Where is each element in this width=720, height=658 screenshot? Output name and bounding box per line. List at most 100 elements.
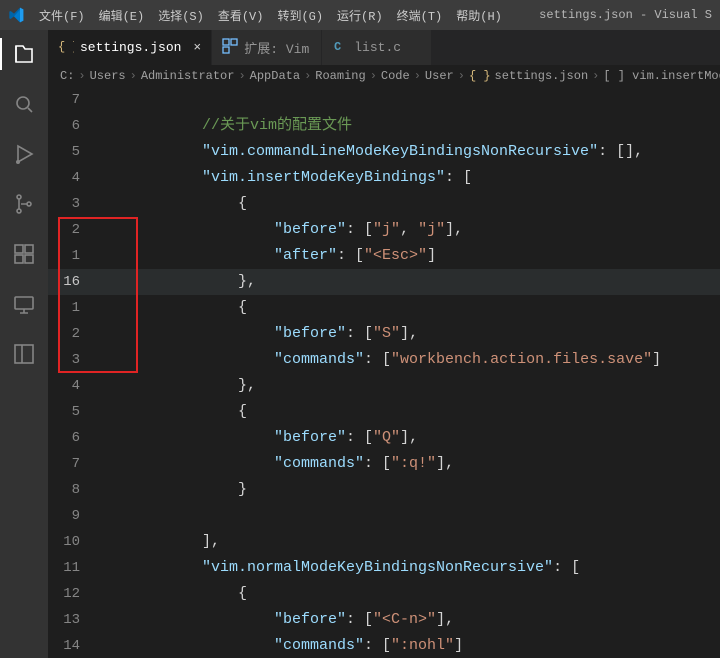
menu-item[interactable]: 选择(S): [151, 3, 211, 28]
breadcrumb[interactable]: C:›Users›Administrator›AppData›Roaming›C…: [48, 65, 720, 87]
chevron-right-icon: ›: [304, 69, 311, 83]
breadcrumb-item[interactable]: Code: [381, 69, 410, 83]
code-line[interactable]: 2 "before": ["S"],: [48, 321, 720, 347]
breadcrumb-item[interactable]: Administrator: [141, 69, 235, 83]
code-line[interactable]: 6 "before": ["Q"],: [48, 425, 720, 451]
breadcrumb-item[interactable]: Roaming: [315, 69, 365, 83]
vscode-logo-icon: [8, 7, 24, 23]
menu-item[interactable]: 文件(F): [32, 3, 92, 28]
code-line[interactable]: 8 }: [48, 477, 720, 503]
breadcrumb-item[interactable]: AppData: [250, 69, 300, 83]
chevron-right-icon: ›: [592, 69, 599, 83]
code-line[interactable]: 3 {: [48, 191, 720, 217]
line-number: 2: [48, 217, 98, 243]
line-number: 8: [48, 477, 98, 503]
code-line[interactable]: 14 "commands": [":nohl"]: [48, 633, 720, 658]
code-text: ],: [112, 529, 220, 555]
activity-layout-icon[interactable]: [0, 338, 48, 370]
breadcrumb-item[interactable]: C:: [60, 69, 74, 83]
breadcrumb-label: settings.json: [495, 69, 589, 83]
tab[interactable]: { }settings.json×: [48, 30, 212, 65]
line-number: 9: [48, 503, 98, 529]
tab-label: 扩展: Vim: [244, 38, 309, 57]
code-text: "commands": [":nohl"]: [112, 633, 463, 658]
code-text: "vim.normalModeKeyBindingsNonRecursive":…: [112, 555, 580, 581]
close-icon[interactable]: ×: [193, 40, 201, 55]
code-line[interactable]: 16 },: [48, 269, 720, 295]
code-line[interactable]: 4"vim.insertModeKeyBindings": [: [48, 165, 720, 191]
code-text: },: [112, 373, 256, 399]
line-number: 5: [48, 139, 98, 165]
activity-remote-icon[interactable]: [0, 288, 48, 320]
menu-item[interactable]: 终端(T): [390, 3, 450, 28]
code-text: }: [112, 477, 247, 503]
code-line[interactable]: 7: [48, 87, 720, 113]
editor-group: { }settings.json×扩展: VimClist.c C:›Users…: [48, 30, 720, 658]
breadcrumb-label: Users: [90, 69, 126, 83]
breadcrumb-label: Code: [381, 69, 410, 83]
line-number: 1: [48, 295, 98, 321]
breadcrumb-label: C:: [60, 69, 74, 83]
breadcrumb-item[interactable]: Users: [90, 69, 126, 83]
line-number: 1: [48, 243, 98, 269]
line-number: 7: [48, 451, 98, 477]
code-text: "vim.commandLineModeKeyBindingsNonRecurs…: [112, 139, 643, 165]
line-number: 3: [48, 191, 98, 217]
code-line[interactable]: 1 "after": ["<Esc>"]: [48, 243, 720, 269]
breadcrumb-item[interactable]: User: [425, 69, 454, 83]
activity-explorer-icon[interactable]: [0, 38, 48, 70]
svg-text:C: C: [334, 40, 341, 54]
code-editor[interactable]: 76//关于vim的配置文件5"vim.commandLineModeKeyBi…: [48, 87, 720, 658]
code-text: "before": ["j", "j"],: [112, 217, 463, 243]
menu-item[interactable]: 帮助(H): [449, 3, 509, 28]
code-line[interactable]: 2 "before": ["j", "j"],: [48, 217, 720, 243]
code-text: {: [112, 295, 247, 321]
code-line[interactable]: 10],: [48, 529, 720, 555]
code-text: "before": ["S"],: [112, 321, 418, 347]
code-line[interactable]: 7 "commands": [":q!"],: [48, 451, 720, 477]
svg-text:{ }: { }: [58, 40, 74, 54]
breadcrumb-label: AppData: [250, 69, 300, 83]
code-line[interactable]: 6//关于vim的配置文件: [48, 113, 720, 139]
line-number: 3: [48, 347, 98, 373]
activity-run-debug-icon[interactable]: [0, 138, 48, 170]
chevron-right-icon: ›: [458, 69, 465, 83]
activity-source-control-icon[interactable]: [0, 188, 48, 220]
code-text: //关于vim的配置文件: [112, 113, 352, 139]
line-number: 11: [48, 555, 98, 581]
code-line[interactable]: 5 "vim.commandLineModeKeyBindingsNonRecur…: [48, 139, 720, 165]
breadcrumb-item[interactable]: { } settings.json: [469, 69, 588, 83]
line-number: 10: [48, 529, 98, 555]
line-number: 13: [48, 607, 98, 633]
activity-extensions-icon[interactable]: [0, 238, 48, 270]
tab[interactable]: Clist.c: [322, 30, 432, 65]
chevron-right-icon: ›: [130, 69, 137, 83]
activity-search-icon[interactable]: [0, 88, 48, 120]
code-text: "vim.insertModeKeyBindings": [: [112, 165, 472, 191]
activity-bar: [0, 30, 48, 658]
breadcrumb-item[interactable]: [ ] vim.insertModeKeyBindings: [603, 69, 720, 83]
menu-item[interactable]: 转到(G): [270, 3, 330, 28]
code-line[interactable]: 4 },: [48, 373, 720, 399]
ext-icon: [222, 38, 238, 58]
code-line[interactable]: 3 "commands": ["workbench.action.files.s…: [48, 347, 720, 373]
window-title: settings.json - Visual S: [539, 8, 712, 22]
code-line[interactable]: 13 "before": ["<C-n>"],: [48, 607, 720, 633]
cfile-icon: C: [332, 38, 348, 58]
code-text: {: [112, 191, 247, 217]
code-text: "commands": [":q!"],: [112, 451, 454, 477]
line-number: 16: [48, 269, 98, 295]
line-number: 14: [48, 633, 98, 658]
code-line[interactable]: 11 "vim.normalModeKeyBindingsNonRecursive…: [48, 555, 720, 581]
code-line[interactable]: 12 {: [48, 581, 720, 607]
code-line[interactable]: 1 {: [48, 295, 720, 321]
menu-item[interactable]: 编辑(E): [92, 3, 152, 28]
code-text: "commands": ["workbench.action.files.sav…: [112, 347, 661, 373]
menu-item[interactable]: 查看(V): [211, 3, 271, 28]
code-line[interactable]: 9: [48, 503, 720, 529]
menu-item[interactable]: 运行(R): [330, 3, 390, 28]
code-line[interactable]: 5 {: [48, 399, 720, 425]
tab[interactable]: 扩展: Vim: [212, 30, 322, 65]
braces-icon: { }: [469, 69, 491, 83]
code-text: {: [112, 581, 247, 607]
